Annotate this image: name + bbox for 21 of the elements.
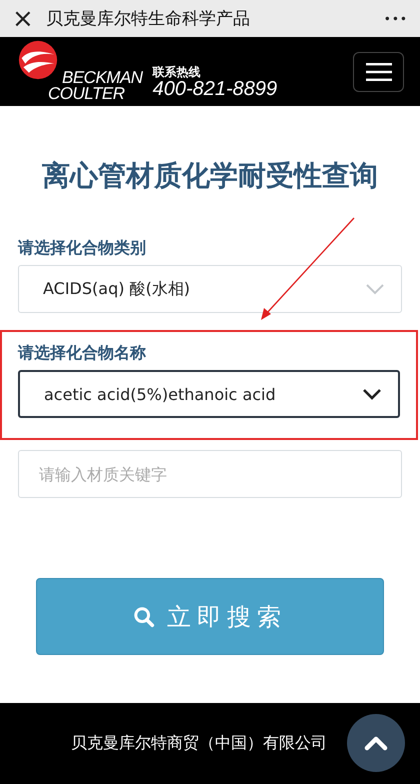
close-button[interactable]: × <box>12 6 42 32</box>
menu-button[interactable] <box>353 52 404 92</box>
menu-icon <box>366 62 392 80</box>
logo-text: COULTER <box>48 86 126 102</box>
more-button[interactable]: ••• <box>384 12 408 26</box>
page-title: 贝克曼库尔特生命科学产品 <box>46 8 251 30</box>
page-heading: 离心管材质化学耐受性查询 <box>41 158 379 194</box>
field-label: 请选择化合物类别 <box>18 238 147 258</box>
chevron-down-icon <box>362 388 382 400</box>
keyword-field[interactable]: 请输入材质关键字 <box>18 450 402 498</box>
logo-text: BECKMAN <box>62 70 143 86</box>
logo-icon <box>18 40 58 80</box>
dropdown[interactable]: acetic acid(5%)ethanoic acid <box>18 370 400 418</box>
hotline-label: 联系热线 <box>152 64 202 78</box>
company-name: 贝克曼库尔特商贸（中国）有限公司 <box>71 733 327 754</box>
dropdown[interactable]: ACIDS(aq) 酸(水相) <box>18 265 402 313</box>
hotline-number: 400-821-8899 <box>152 78 278 98</box>
field-label: 请选择化合物名称 <box>18 343 147 363</box>
chevron-up-icon <box>364 735 388 751</box>
search-icon <box>133 606 155 628</box>
chevron-down-icon <box>365 283 385 295</box>
